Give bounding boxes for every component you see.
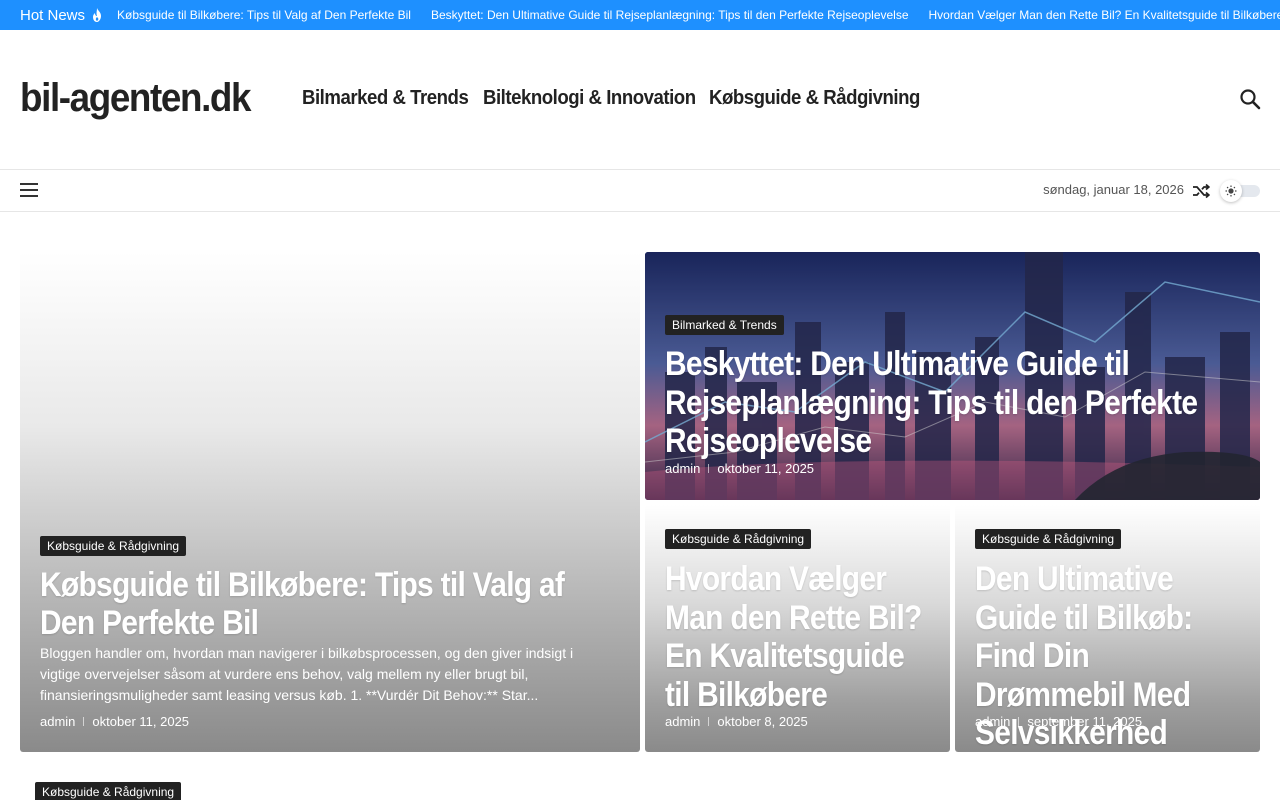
post-title[interactable]: Beskyttet: Den Ultimative Guide til Rejs… — [665, 345, 1211, 461]
menu-icon[interactable] — [20, 183, 40, 199]
ticker-items: Købsguide til Bilkøbere: Tips til Valg a… — [117, 8, 1280, 22]
top-post-card[interactable]: Bilmarked & Trends Beskyttet: Den Ultima… — [645, 252, 1260, 500]
post-card[interactable]: Købsguide & Rådgivning Den Ultimative Gu… — [955, 505, 1260, 752]
post-excerpt: Bloggen handler om, hvordan man navigere… — [40, 645, 574, 703]
post-meta: admin oktober 8, 2025 — [665, 714, 808, 729]
category-badge[interactable]: Købsguide & Rådgivning — [40, 536, 187, 556]
theme-toggle[interactable] — [1220, 180, 1260, 202]
post-meta: admin september 11, 2025 — [975, 714, 1142, 729]
post-card[interactable]: Købsguide & Rådgivning Hvordan Vælger Ma… — [645, 505, 950, 752]
category-badge[interactable]: Købsguide & Rådgivning — [975, 529, 1122, 549]
post-date: oktober 11, 2025 — [92, 714, 190, 729]
category-badge[interactable]: Købsguide & Rådgivning — [665, 529, 812, 549]
flame-icon — [93, 8, 102, 22]
ticker-link[interactable]: Hvordan Vælger Man den Rette Bil? En Kva… — [929, 8, 1280, 22]
post-date: oktober 11, 2025 — [717, 461, 815, 476]
post-author[interactable]: admin — [40, 714, 75, 729]
post-meta: admin oktober 11, 2025 — [40, 714, 189, 729]
ticker-link[interactable]: Købsguide til Bilkøbere: Tips til Valg a… — [117, 8, 411, 22]
post-date: september 11, 2025 — [1027, 714, 1143, 729]
post-author[interactable]: admin — [665, 714, 700, 729]
toggle-knob — [1220, 180, 1242, 202]
post-title[interactable]: Købsguide til Bilkøbere: Tips til Valg a… — [40, 566, 621, 642]
sun-icon — [1225, 185, 1237, 197]
post-author[interactable]: admin — [975, 714, 1010, 729]
post-author[interactable]: admin — [665, 461, 700, 476]
post-title[interactable]: Hvordan Vælger Man den Rette Bil? En Kva… — [665, 560, 925, 714]
hot-news-ticker: Hot News Købsguide til Bilkøbere: Tips t… — [0, 0, 1280, 30]
post-meta: admin oktober 11, 2025 — [665, 461, 814, 476]
post-date: oktober 8, 2025 — [717, 714, 808, 729]
category-badge[interactable]: Købsguide & Rådgivning — [35, 782, 182, 800]
hot-news-label: Hot News — [0, 7, 103, 24]
shuffle-icon[interactable] — [1192, 183, 1210, 199]
hot-news-text: Hot News — [20, 6, 86, 24]
sub-bar: søndag, januar 18, 2026 — [0, 171, 1280, 212]
main-nav: Bilmarked & Trends Bilteknologi & Innova… — [302, 87, 948, 110]
site-logo[interactable]: bil-agenten.dk — [20, 76, 252, 121]
nav-item-bilteknologi[interactable]: Bilteknologi & Innovation — [483, 87, 696, 110]
current-date: søndag, januar 18, 2026 — [1043, 182, 1184, 197]
ticker-link[interactable]: Beskyttet: Den Ultimative Guide til Rejs… — [431, 8, 909, 22]
nav-item-bilmarked[interactable]: Bilmarked & Trends — [302, 87, 469, 110]
site-header: bil-agenten.dk Bilmarked & Trends Biltek… — [0, 30, 1280, 170]
search-icon[interactable] — [1238, 87, 1262, 111]
nav-item-koebsguide[interactable]: Købsguide & Rådgivning — [709, 87, 920, 110]
featured-post-card[interactable]: Købsguide & Rådgivning Købsguide til Bil… — [20, 252, 640, 752]
category-badge[interactable]: Bilmarked & Trends — [665, 315, 784, 335]
